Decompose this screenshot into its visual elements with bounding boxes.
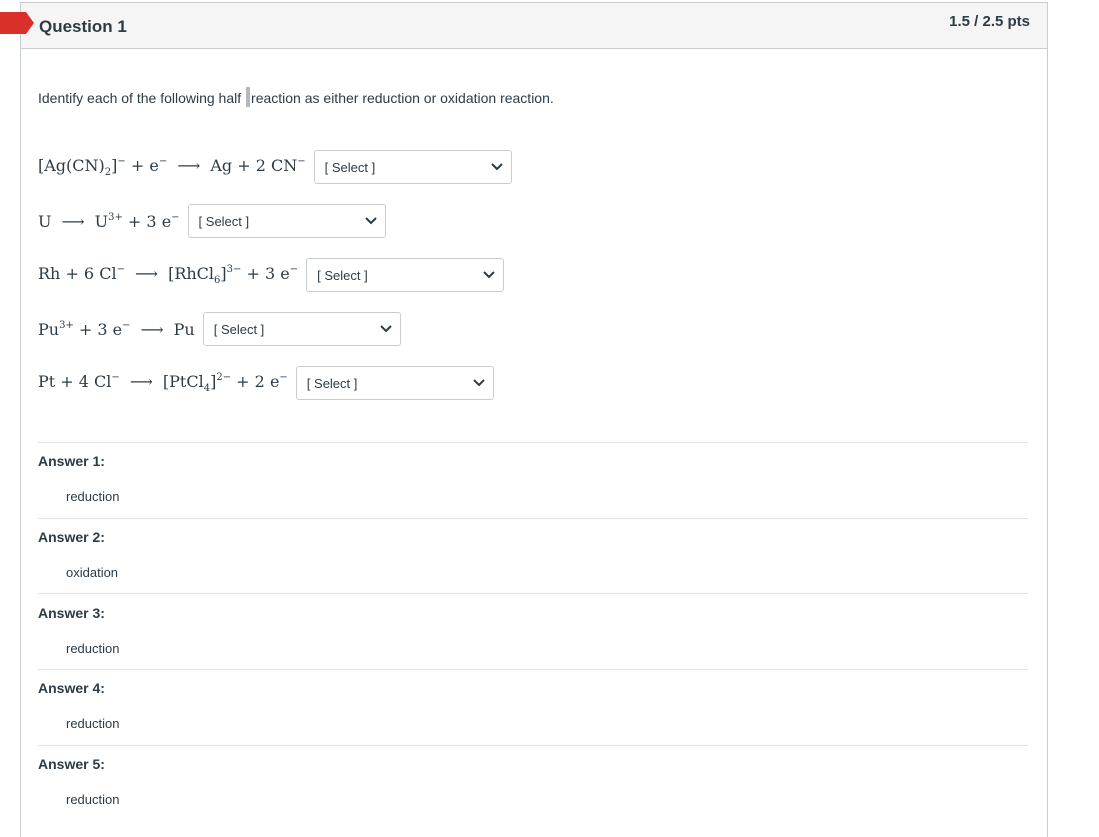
reaction-row-2: U ⟶ U3+ + 3 e− [ Select ] (38, 204, 386, 238)
reaction-row-3: Rh + 6 Cl− ⟶ [RhCl6]3− + 3 e− [ Select ] (38, 258, 505, 292)
question-title: Question 1 (39, 17, 127, 36)
question-header: Question 1 1.5 / 2.5 pts (21, 3, 1047, 49)
chevron-down-icon (473, 379, 485, 387)
answer-value-4: reduction (66, 716, 120, 731)
select-placeholder: [ Select ] (198, 213, 250, 229)
reaction-select-1[interactable]: [ Select ] (313, 150, 512, 184)
answer-value-3: reduction (66, 641, 120, 656)
reaction-equation-4: Pu3+ + 3 e− ⟶ Pu (38, 319, 195, 339)
reaction-select-2[interactable]: [ Select ] (187, 204, 386, 238)
divider (38, 745, 1028, 746)
answer-label-3: Answer 3: (38, 605, 105, 621)
chevron-down-icon (490, 163, 503, 171)
divider (38, 442, 1028, 443)
divider (38, 669, 1028, 670)
chevron-down-icon (380, 325, 392, 333)
reaction-equation-2: U ⟶ U3+ + 3 e− (38, 211, 180, 231)
select-placeholder: [ Select ] (317, 267, 368, 283)
reaction-equation-1: [Ag(CN)2]− + e− ⟶ Ag + 2 CN− (38, 156, 306, 178)
flag-icon (0, 12, 34, 34)
text-cursor (246, 87, 251, 107)
select-placeholder: [ Select ] (324, 159, 376, 175)
reaction-row-5: Pt + 4 Cl− ⟶ [PtCl4]2− + 2 e− [ Select ] (38, 366, 494, 400)
answer-label-2: Answer 2: (38, 529, 105, 545)
select-placeholder: [ Select ] (213, 321, 265, 337)
reaction-select-3[interactable]: [ Select ] (306, 258, 505, 292)
chevron-down-icon (483, 271, 495, 279)
select-placeholder: [ Select ] (306, 375, 358, 391)
chevron-down-icon (364, 217, 377, 225)
reaction-equation-3: Rh + 6 Cl− ⟶ [RhCl6]3− + 3 e− (38, 264, 299, 286)
reaction-select-4[interactable]: [ Select ] (202, 312, 401, 346)
answer-value-1: reduction (66, 489, 120, 504)
question-prompt: Identify each of the following half reac… (38, 87, 554, 107)
question-container: Question 1 1.5 / 2.5 pts (20, 2, 1048, 837)
answer-value-5: reduction (66, 792, 120, 807)
reaction-select-5[interactable]: [ Select ] (295, 366, 494, 400)
question-points: 1.5 / 2.5 pts (949, 13, 1030, 30)
reaction-row-4: Pu3+ + 3 e− ⟶ Pu [ Select ] (38, 312, 401, 346)
reaction-row-1: [Ag(CN)2]− + e− ⟶ Ag + 2 CN− [ Select ] (38, 150, 512, 184)
answer-label-4: Answer 4: (38, 680, 105, 696)
reaction-equation-5: Pt + 4 Cl− ⟶ [PtCl4]2− + 2 e− (38, 372, 288, 394)
answer-label-5: Answer 5: (38, 756, 105, 772)
divider (38, 593, 1028, 594)
answer-label-1: Answer 1: (38, 453, 105, 469)
divider (38, 518, 1028, 519)
prompt-text-part1: Identify each of the following half (38, 90, 246, 106)
answer-value-2: oxidation (66, 565, 119, 580)
prompt-text-part2: reaction as either reduction or oxidatio… (251, 90, 554, 106)
